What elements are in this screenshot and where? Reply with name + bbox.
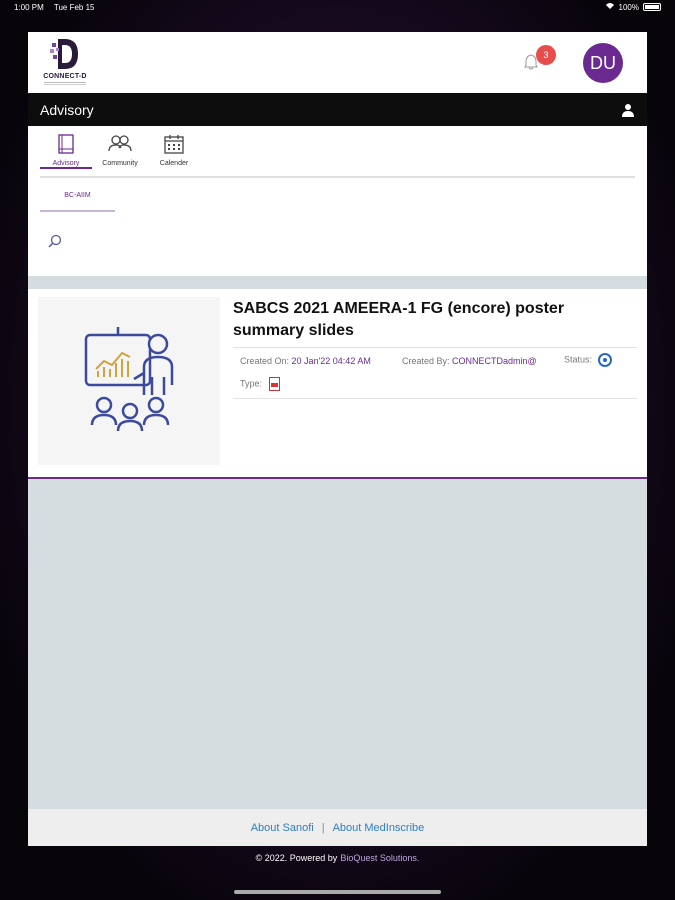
status-time: 1:00 PM [14,2,44,12]
sub-tabs: BC-AIIM [40,178,635,221]
main-tabs: Advisory Community Calender [40,126,635,178]
type: Type: [240,377,280,391]
search-bar[interactable] [28,221,647,276]
user-icon[interactable] [621,103,635,117]
pdf-icon[interactable] [268,377,280,391]
battery-icon [643,3,661,11]
tab-advisory-label: Advisory [52,160,80,167]
resource-title[interactable]: SABCS 2021 AMEERA-1 FG (encore) poster s… [233,298,633,342]
connect-d-logo[interactable]: CONNECT-D [40,37,90,89]
tab-calender-label: Calender [159,160,189,167]
status-label: Status: [564,354,593,365]
created-by: Created By: CONNECTDadmin@ [402,356,537,366]
page-title: Advisory [40,101,94,118]
status-bar: 1:00 PM Tue Feb 15 100% [0,0,675,14]
page-title-bar: Advisory [28,93,647,126]
created-by-label: Created By: [402,356,450,366]
status: Status: [564,353,612,367]
list-separator [28,276,647,289]
tab-community[interactable]: Community [95,134,145,167]
footer-separator: | [321,821,325,834]
avatar[interactable]: DU [583,43,623,83]
search-icon[interactable] [48,234,62,248]
copyright-text: © 2022. Powered by [255,853,338,863]
active-tab-indicator [40,167,92,169]
type-label: Type: [240,378,263,389]
tab-advisory[interactable]: Advisory [40,134,92,169]
created-on: Created On: 20 Jan'22 04:42 AM [240,356,371,366]
calendar-icon [164,135,184,154]
book-icon [58,134,74,154]
tab-calender[interactable]: Calender [149,134,199,167]
resource-thumbnail[interactable] [38,297,220,465]
resource-meta: Created On: 20 Jan'22 04:42 AM Created B… [233,347,637,399]
notification-badge[interactable]: 3 [536,45,556,65]
logo-text: CONNECT-D [43,73,87,80]
created-on-label: Created On: [240,356,290,366]
footer-links: About Sanofi | About MedInscribe [28,809,647,846]
home-indicator[interactable] [234,890,441,894]
logo-d-icon [50,39,78,69]
copyright: © 2022. Powered by BioQuest Solutions. [0,846,675,870]
about-medinscribe-link[interactable]: About MedInscribe [333,822,425,834]
about-sanofi-link[interactable]: About Sanofi [251,822,314,834]
resource-card[interactable]: SABCS 2021 AMEERA-1 FG (encore) poster s… [28,289,647,479]
app-window: CONNECT-D 3 DU Advisory Advisory Communi… [28,32,647,846]
copyright-brand[interactable]: BioQuest Solutions. [340,853,419,863]
users-icon [108,135,132,152]
subtab-bc-aiim[interactable]: BC-AIIM [40,192,115,212]
presentation-icon [84,327,174,432]
tab-community-label: Community [102,160,138,167]
top-header: CONNECT-D 3 DU [28,32,647,93]
status-battery-text: 100% [618,2,639,12]
content-area [28,479,647,809]
status-indicator-icon [597,353,612,367]
wifi-icon [605,2,615,12]
created-on-value: 20 Jan'22 04:42 AM [291,356,371,366]
created-by-value: CONNECTDadmin@ [452,356,537,366]
logo-underline [44,82,86,85]
status-date: Tue Feb 15 [53,2,95,12]
